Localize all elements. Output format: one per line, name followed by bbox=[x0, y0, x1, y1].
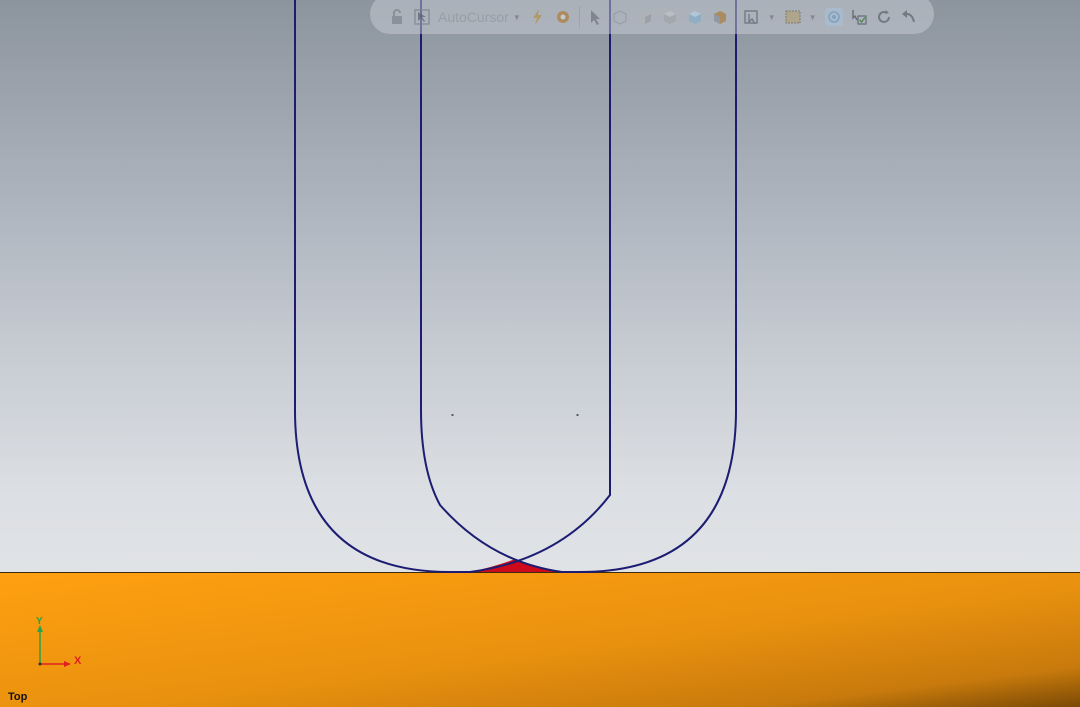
box-select-icon[interactable] bbox=[784, 8, 802, 26]
lightning-icon[interactable] bbox=[529, 8, 547, 26]
undo-view-icon[interactable] bbox=[900, 8, 918, 26]
axis-x-label: X bbox=[74, 655, 82, 667]
right-u-profile[interactable] bbox=[420, 0, 737, 573]
gear-icon[interactable] bbox=[554, 8, 572, 26]
chevron-down-icon[interactable]: ▼ bbox=[513, 13, 521, 22]
view-normal-icon[interactable] bbox=[824, 8, 843, 26]
box-solid-icon[interactable] bbox=[661, 8, 679, 26]
graphics-viewport[interactable]: AutoCursor ▼ ▼ ▼ Y X Top bbox=[0, 0, 1080, 707]
box-blue-icon[interactable] bbox=[686, 8, 704, 26]
chevron-down-icon[interactable]: ▼ bbox=[768, 13, 776, 22]
center-point bbox=[576, 414, 579, 416]
ground-plane[interactable] bbox=[0, 572, 1080, 707]
lock-icon[interactable] bbox=[388, 8, 406, 26]
select-arrow-icon[interactable] bbox=[586, 8, 604, 26]
view-orientation-label: Top bbox=[8, 691, 28, 703]
autocursor-label[interactable]: AutoCursor bbox=[438, 9, 509, 25]
center-point bbox=[451, 414, 454, 416]
axis-y-label: Y bbox=[36, 616, 43, 627]
box-orange-icon[interactable] bbox=[711, 8, 729, 26]
selection-filter-icon[interactable] bbox=[743, 8, 761, 26]
autocursor-icon[interactable] bbox=[413, 8, 431, 26]
reference-triad: Y X bbox=[28, 616, 88, 672]
heads-up-toolbar: AutoCursor ▼ ▼ ▼ bbox=[370, 0, 934, 34]
chevron-down-icon[interactable]: ▼ bbox=[809, 13, 817, 22]
left-u-profile[interactable] bbox=[294, 0, 612, 573]
toolbar-separator bbox=[735, 6, 737, 28]
box-wireframe-icon[interactable] bbox=[611, 8, 629, 26]
rotate-icon[interactable] bbox=[875, 8, 893, 26]
box-shaded-icon[interactable] bbox=[636, 8, 654, 26]
toolbar-separator bbox=[578, 6, 580, 28]
select-check-icon[interactable] bbox=[850, 8, 868, 26]
sketch-scene bbox=[0, 0, 1080, 707]
